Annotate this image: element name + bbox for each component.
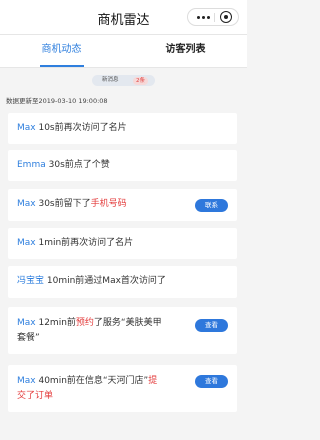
activity-card[interactable]: Max 30s前留下了手机号码 联系: [8, 189, 237, 221]
activity-description: 40min前在信息“天河门店”: [35, 376, 149, 386]
tab-bar: 商机动态 访客列表: [0, 35, 247, 68]
activity-text: Max 40min前在信息“天河门店”提交了订单: [17, 374, 197, 404]
activity-card[interactable]: Max 12min前预约了服务“美肤美甲套餐” 查看: [8, 307, 237, 354]
capsule-divider: [214, 13, 215, 22]
activity-text: 冯宝宝 10min前通过Max首次访问了: [17, 274, 166, 289]
activity-card[interactable]: Max 10s前再次访问了名片: [8, 113, 237, 144]
visitor-name[interactable]: Max: [17, 123, 36, 133]
order-highlight: 提: [148, 376, 158, 386]
contact-button[interactable]: 联系: [195, 199, 228, 212]
new-message-badge[interactable]: 新消息 2条: [92, 75, 155, 86]
visitor-name[interactable]: Max: [17, 318, 36, 328]
activity-text: Max 30s前留下了手机号码: [17, 197, 127, 212]
activity-description: 套餐”: [17, 333, 40, 343]
navigation-bar: 商机雷达: [0, 0, 247, 35]
new-message-count: 2条: [133, 76, 148, 85]
new-message-label: 新消息: [102, 77, 119, 83]
tab-business-activity[interactable]: 商机动态: [0, 35, 123, 67]
phone-number-highlight: 手机号码: [90, 199, 127, 209]
activity-text: Emma 30s前点了个赞: [17, 158, 110, 173]
activity-description: 30s前点了个赞: [45, 160, 110, 170]
visitor-name[interactable]: Max: [17, 238, 36, 248]
mini-program-capsule: [187, 8, 239, 26]
activity-description: 了服务“美肤美甲: [93, 318, 162, 328]
visitor-name[interactable]: Max: [17, 376, 36, 386]
active-tab-indicator: [40, 65, 84, 67]
view-button[interactable]: 查看: [195, 319, 228, 332]
activity-description: 10min前通过Max首次访问了: [44, 276, 166, 286]
visitor-name[interactable]: Emma: [17, 160, 46, 170]
activity-description: 30s前留下了: [35, 199, 91, 209]
activity-text: Max 1min前再次访问了名片: [17, 236, 133, 251]
activity-description: 12min前: [35, 318, 76, 328]
visitor-name[interactable]: 冯宝宝: [17, 276, 44, 286]
booking-highlight: 预约: [75, 318, 94, 328]
tab-visitor-list[interactable]: 访客列表: [124, 35, 247, 67]
visitor-name[interactable]: Max: [17, 199, 36, 209]
activity-text: Max 12min前预约了服务“美肤美甲套餐”: [17, 316, 192, 346]
update-timestamp: 数据更新至2019-03-10 19:00:08: [6, 97, 108, 105]
activity-description: 1min前再次访问了名片: [35, 238, 134, 248]
order-highlight: 交了订单: [17, 391, 54, 401]
activity-description: 10s前再次访问了名片: [35, 123, 127, 133]
activity-card[interactable]: Max 1min前再次访问了名片: [8, 228, 237, 259]
activity-card[interactable]: Max 40min前在信息“天河门店”提交了订单 查看: [8, 365, 237, 412]
view-button[interactable]: 查看: [195, 375, 228, 388]
activity-text: Max 10s前再次访问了名片: [17, 121, 127, 136]
activity-card[interactable]: Emma 30s前点了个赞: [8, 150, 237, 181]
more-icon[interactable]: [194, 9, 212, 25]
close-icon[interactable]: [220, 11, 232, 23]
activity-card[interactable]: 冯宝宝 10min前通过Max首次访问了: [8, 266, 237, 298]
